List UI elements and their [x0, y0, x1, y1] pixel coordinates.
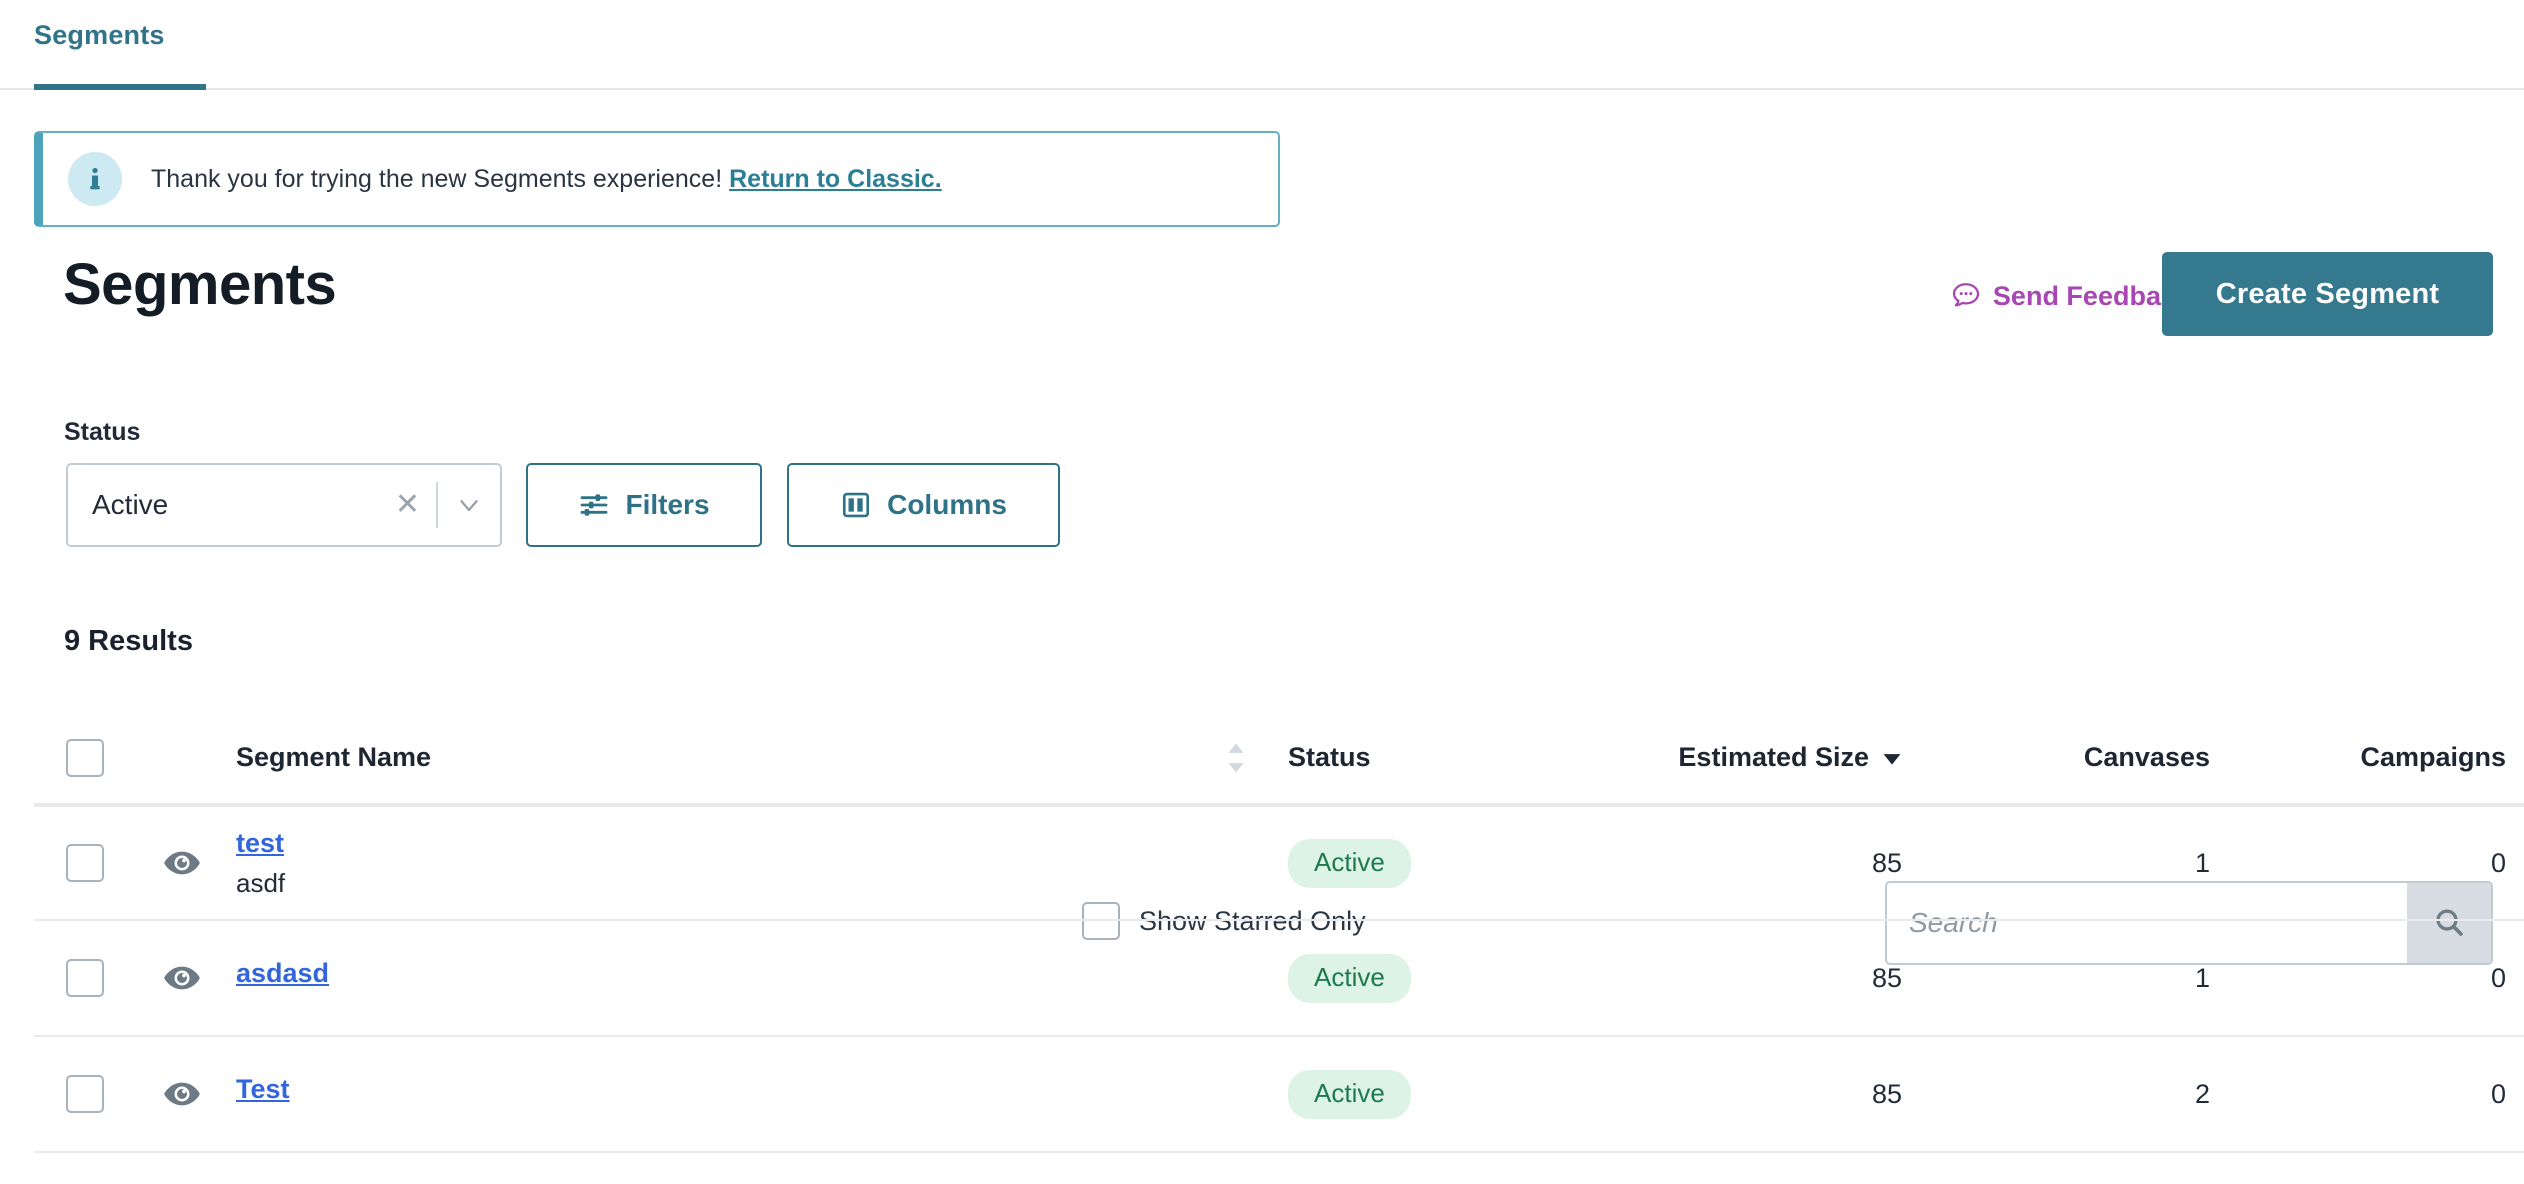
canvases-value: 1: [2194, 962, 2210, 993]
status-filter-value: Active: [92, 489, 169, 520]
status-cell: Active: [1258, 1069, 1588, 1119]
status-cell: Active: [1258, 953, 1588, 1003]
chevron-down-icon[interactable]: [438, 490, 500, 520]
status-badge: Active: [1288, 838, 1411, 888]
tab-segments-label: Segments: [34, 20, 165, 50]
segment-name-cell: Test: [228, 1074, 1214, 1114]
row-checkbox[interactable]: [66, 959, 104, 997]
column-header-campaigns[interactable]: Campaigns: [2238, 742, 2524, 773]
new-experience-banner: Thank you for trying the new Segments ex…: [34, 131, 1280, 227]
campaigns-value: 0: [2490, 1078, 2506, 1109]
status-badge: Active: [1288, 953, 1411, 1003]
column-header-estimated-size-label: Estimated Size: [1678, 742, 1869, 772]
banner-message: Thank you for trying the new Segments ex…: [151, 165, 942, 194]
status-filter-select[interactable]: Active ✕: [66, 463, 502, 547]
tab-active-indicator: [34, 84, 206, 90]
info-icon: [68, 152, 122, 206]
segments-table: Segment Name Status Estimated Size Canva…: [34, 712, 2524, 1153]
column-header-canvases[interactable]: Canvases: [1928, 742, 2238, 773]
sort-desc-icon: [1882, 742, 1902, 773]
banner-message-text: Thank you for trying the new Segments ex…: [151, 164, 723, 193]
column-header-estimated-size[interactable]: Estimated Size: [1588, 742, 1928, 773]
segment-description: asdf: [236, 867, 286, 898]
column-header-campaigns-label: Campaigns: [2360, 742, 2506, 772]
column-header-segment-name-label: Segment Name: [236, 742, 432, 772]
row-select-cell: [34, 959, 136, 997]
campaigns-value: 0: [2490, 847, 2506, 878]
row-select-cell: [34, 1075, 136, 1113]
eye-icon[interactable]: [136, 843, 228, 883]
table-header-row: Segment Name Status Estimated Size Canva…: [34, 712, 2524, 805]
column-header-status[interactable]: Status: [1258, 742, 1588, 773]
columns-button-label: Columns: [887, 489, 1007, 520]
results-count: 9 Results: [64, 625, 193, 657]
segment-name-link[interactable]: asdasd: [236, 958, 329, 989]
select-all-checkbox[interactable]: [66, 738, 104, 777]
segment-name-cell: asdasd: [228, 958, 1214, 998]
create-segment-button[interactable]: Create Segment: [2162, 252, 2493, 336]
segment-name-cell: test asdf: [228, 828, 1214, 899]
filters-button[interactable]: Filters: [526, 463, 762, 547]
column-header-segment-name[interactable]: Segment Name: [228, 742, 1214, 773]
column-header-status-label: Status: [1288, 742, 1371, 772]
estimated-size-value: 85: [1871, 962, 1902, 993]
sort-arrows-icon[interactable]: [1214, 741, 1258, 775]
columns-button[interactable]: Columns: [787, 463, 1060, 547]
table-row[interactable]: asdasd Active 85 1 0: [34, 921, 2524, 1037]
status-badge: Active: [1288, 1069, 1411, 1119]
column-header-canvases-label: Canvases: [2083, 742, 2210, 772]
row-checkbox[interactable]: [66, 844, 104, 882]
segment-name-link[interactable]: test: [236, 828, 284, 859]
canvases-value: 1: [2194, 847, 2210, 878]
row-select-cell: [34, 844, 136, 882]
estimated-size-value: 85: [1871, 1078, 1902, 1109]
filters-button-label: Filters: [625, 489, 710, 520]
eye-icon[interactable]: [136, 1074, 228, 1114]
sliders-icon: [578, 489, 610, 521]
estimated-size-value: 85: [1871, 847, 1902, 878]
canvases-value: 2: [2194, 1078, 2210, 1109]
page-title: Segments: [63, 252, 337, 317]
select-all-cell: [34, 738, 136, 777]
page-header: Segments Send Feedback Create Segment: [0, 248, 2524, 368]
status-filter-label: Status: [64, 418, 141, 446]
return-to-classic-link[interactable]: Return to Classic.: [729, 165, 942, 193]
close-icon[interactable]: ✕: [379, 490, 436, 520]
campaigns-value: 0: [2490, 962, 2506, 993]
chat-bubble-icon: [1950, 280, 1982, 312]
table-row[interactable]: test asdf Active 85 1 0: [34, 805, 2524, 921]
tab-bar: Segments: [0, 0, 2524, 90]
send-feedback-link[interactable]: Send Feedback: [1950, 280, 2191, 312]
eye-icon[interactable]: [136, 958, 228, 998]
row-checkbox[interactable]: [66, 1075, 104, 1113]
table-row[interactable]: Test Active 85 2 0: [34, 1037, 2524, 1153]
columns-icon: [840, 489, 872, 521]
segment-name-link[interactable]: Test: [236, 1074, 290, 1105]
status-cell: Active: [1258, 838, 1588, 888]
tab-segments[interactable]: Segments: [34, 20, 165, 73]
